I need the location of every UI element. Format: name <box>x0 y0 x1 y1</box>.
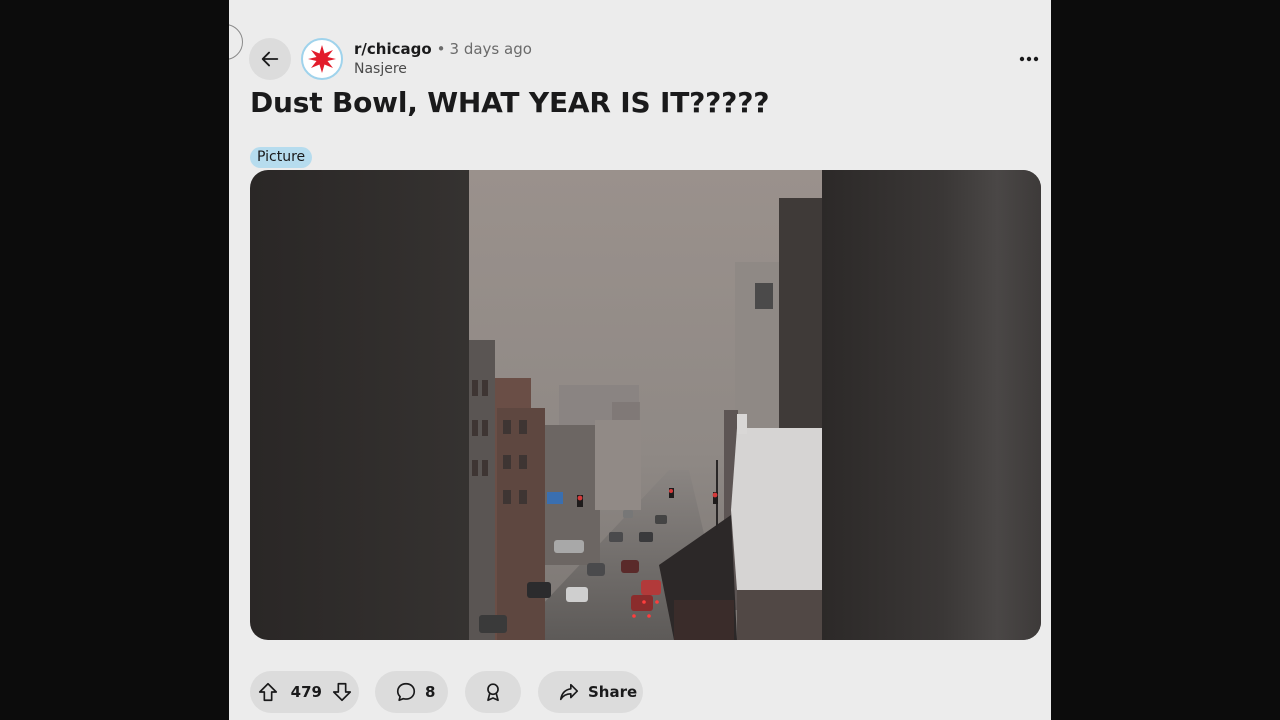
chicago-star-icon <box>308 45 336 73</box>
right-dark-margin <box>1051 0 1280 720</box>
more-options-button[interactable] <box>1014 44 1044 74</box>
left-dark-margin <box>0 0 229 720</box>
more-options-icon <box>1019 56 1039 62</box>
post-panel: r/chicago • 3 days ago Nasjere Dust Bowl, … <box>229 0 1051 720</box>
share-icon <box>559 683 579 701</box>
street-photo <box>469 170 822 640</box>
award-icon <box>487 683 499 702</box>
post-time: 3 days ago <box>449 40 532 58</box>
share-label: Share <box>588 683 638 701</box>
partial-circle-button[interactable] <box>229 24 243 60</box>
subreddit-avatar[interactable] <box>301 38 343 80</box>
post-flair[interactable]: Picture <box>250 147 313 168</box>
image-blur-backdrop <box>822 170 1041 640</box>
post-meta: r/chicago • 3 days ago <box>354 40 532 58</box>
post-actions-bar: 479 8 Share <box>229 671 1051 713</box>
comment-icon-wrap <box>375 671 421 713</box>
post-author[interactable]: Nasjere <box>354 61 407 77</box>
share-button[interactable]: Share <box>538 671 643 713</box>
downvote-button[interactable] <box>326 671 359 713</box>
comments-button[interactable]: 8 <box>375 671 448 713</box>
vote-group: 479 <box>250 671 359 713</box>
upvote-icon <box>259 682 278 702</box>
meta-separator: • <box>436 40 446 58</box>
post-image[interactable] <box>250 170 1041 640</box>
award-button[interactable] <box>465 671 521 713</box>
back-arrow-icon <box>261 51 279 67</box>
subreddit-name[interactable]: r/chicago <box>354 40 432 58</box>
post-title: Dust Bowl, WHAT YEAR IS IT????? <box>250 86 770 119</box>
comment-icon <box>396 682 416 702</box>
back-button[interactable] <box>249 38 291 80</box>
upvote-button[interactable] <box>250 671 287 713</box>
downvote-icon <box>333 682 352 702</box>
share-icon-wrap <box>538 671 584 713</box>
comment-count: 8 <box>425 683 436 701</box>
upvote-count: 479 <box>290 683 322 701</box>
